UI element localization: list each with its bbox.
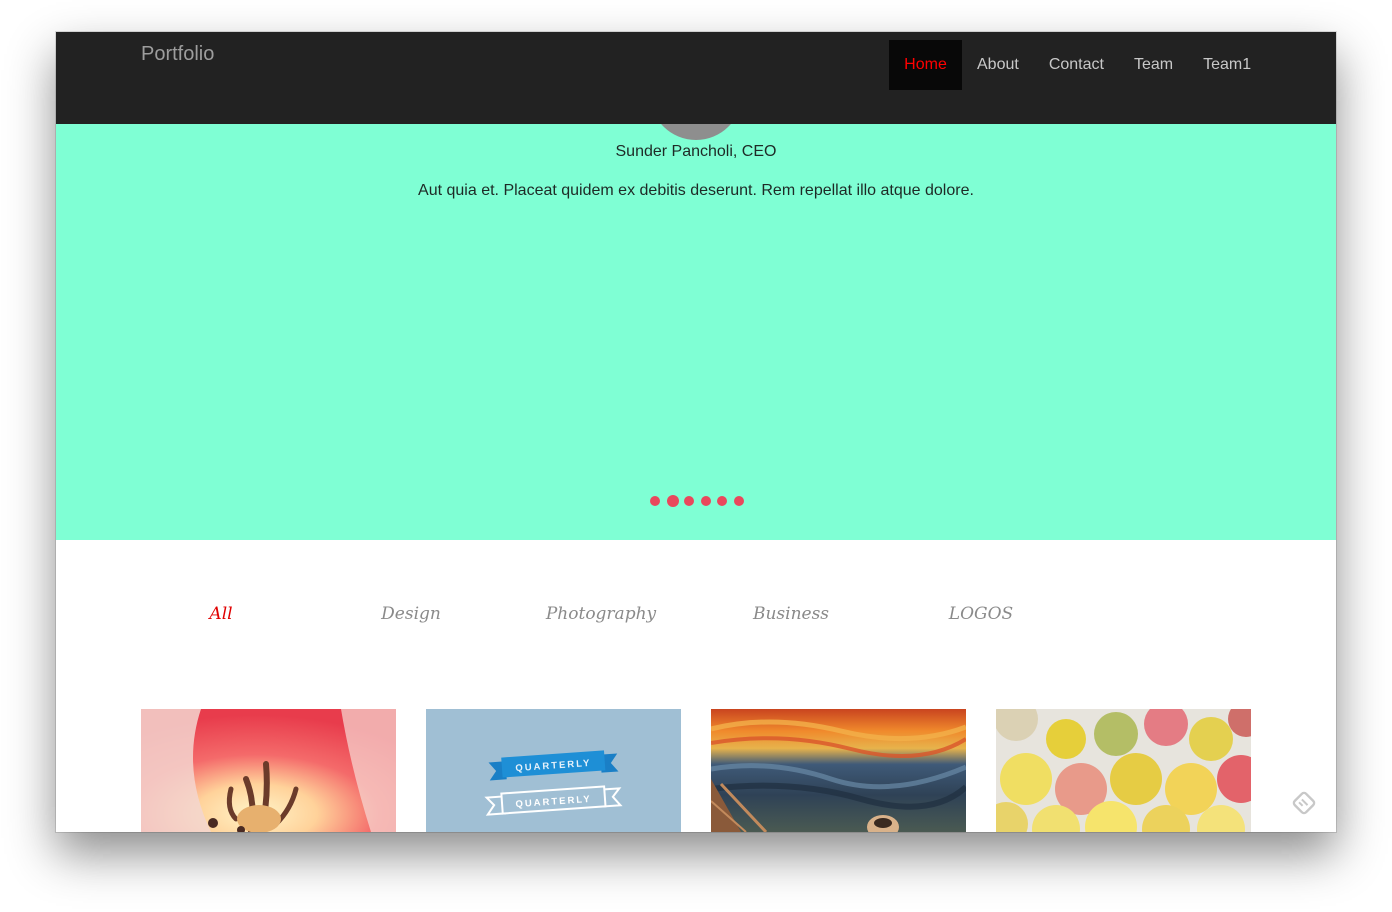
nav-item-home[interactable]: Home xyxy=(889,40,962,90)
gallery-item-quarterly[interactable]: QUARTERLY QUARTERLY xyxy=(426,709,681,832)
carousel-dot[interactable] xyxy=(733,496,744,506)
testimonial-quote: Aut quia et. Placeat quidem ex debitis d… xyxy=(418,182,974,199)
gallery-item-tulip[interactable] xyxy=(141,709,396,832)
brand-link[interactable]: Portfolio xyxy=(141,42,214,66)
browser-viewport: Portfolio Home About Contact Team Team1 … xyxy=(56,32,1336,832)
portfolio-gallery: QUARTERLY QUARTERLY xyxy=(141,709,1251,832)
carousel-dot[interactable] xyxy=(700,496,711,506)
filter-photography[interactable]: Photography xyxy=(546,604,656,624)
carousel-dot[interactable] xyxy=(650,496,660,506)
tulip-image xyxy=(141,709,396,832)
nav-item-about[interactable]: About xyxy=(962,40,1034,90)
nav-menu: Home About Contact Team Team1 xyxy=(889,40,1266,90)
feedly-icon[interactable] xyxy=(1290,789,1318,817)
candy-photo-image xyxy=(996,709,1251,832)
carousel-dot[interactable] xyxy=(717,496,727,506)
testimonial-carousel: Sunder Pancholi, CEO Aut quia et. Placea… xyxy=(56,124,1336,540)
nav-item-team[interactable]: Team xyxy=(1119,40,1188,90)
carousel-indicators xyxy=(650,495,750,507)
gallery-item-candy[interactable] xyxy=(996,709,1251,832)
avatar xyxy=(650,124,742,140)
quarterly-logo-image: QUARTERLY QUARTERLY xyxy=(426,709,681,832)
gallery-item-scream[interactable] xyxy=(711,709,966,832)
testimonial-author: Sunder Pancholi, CEO xyxy=(615,143,777,160)
portfolio-filters: All Design Photography Business LOGOS xyxy=(56,540,1336,710)
carousel-dot-active[interactable] xyxy=(666,495,679,507)
filter-design[interactable]: Design xyxy=(381,604,441,624)
carousel-dot[interactable] xyxy=(684,496,694,506)
navbar: Portfolio Home About Contact Team Team1 xyxy=(56,32,1336,124)
nav-item-team1[interactable]: Team1 xyxy=(1188,40,1266,90)
filter-all[interactable]: All xyxy=(209,604,232,624)
filter-logos[interactable]: LOGOS xyxy=(949,604,1013,624)
nav-item-contact[interactable]: Contact xyxy=(1034,40,1119,90)
filter-business[interactable]: Business xyxy=(753,604,829,624)
scream-painting-image xyxy=(711,709,966,832)
